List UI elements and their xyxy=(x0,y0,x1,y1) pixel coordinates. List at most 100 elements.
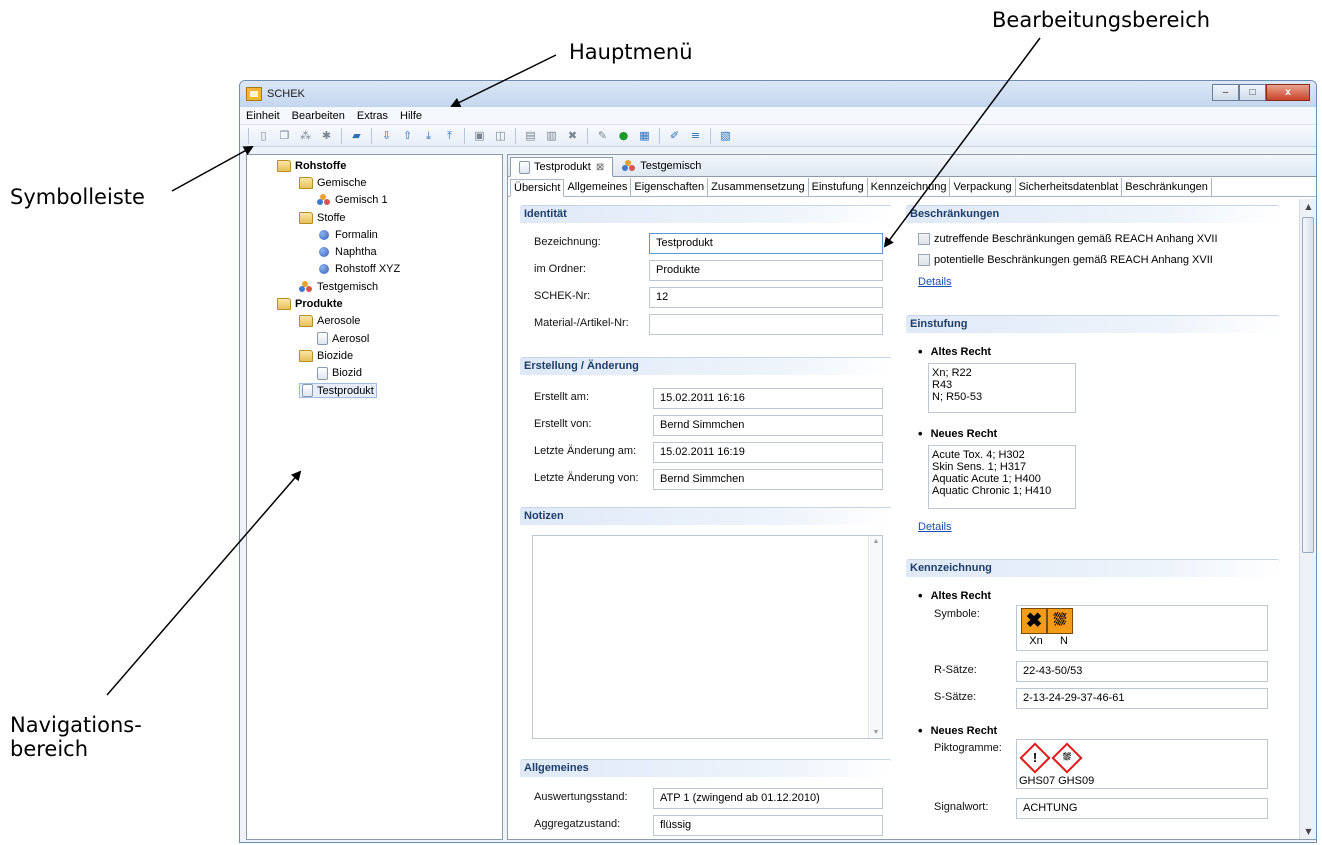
notizen-scrollbar[interactable]: ▲ ▼ xyxy=(868,536,882,738)
new-icon[interactable]: ▯ xyxy=(255,128,272,144)
tree-gemisch1[interactable]: Gemisch 1 xyxy=(247,192,502,209)
tree-formalin[interactable]: Formalin xyxy=(247,226,502,243)
report-icon[interactable]: ≡ xyxy=(687,128,704,144)
signalwort-field[interactable]: ACHTUNG xyxy=(1016,798,1268,819)
checkbox-box[interactable] xyxy=(918,253,930,266)
tree-biozide[interactable]: Biozide xyxy=(247,347,502,364)
tab-testprodukt[interactable]: Testprodukt ⊠ xyxy=(510,157,614,177)
calculator-icon[interactable]: ▦ xyxy=(636,128,653,144)
menu-hilfe[interactable]: Hilfe xyxy=(400,110,422,122)
tree-testprodukt[interactable]: Testprodukt xyxy=(247,382,502,399)
letzte-am-field[interactable]: 15.02.2011 16:19 xyxy=(653,442,883,463)
hazard-symbol-labels: Xn N xyxy=(1021,635,1263,647)
paste-icon[interactable]: ▥ xyxy=(543,128,560,144)
list-item: N; R50-53 xyxy=(932,391,983,403)
subtab-kennzeichnung[interactable]: Kennzeichnung xyxy=(868,178,951,196)
erstellt-am-field[interactable]: 15.02.2011 16:16 xyxy=(653,388,883,409)
section-title: Einstufung xyxy=(906,315,1280,333)
subtab-sicherheitsdatenblatt[interactable]: Sicherheitsdatenblat xyxy=(1016,178,1123,196)
erstellt-von-field[interactable]: Bernd Simmchen xyxy=(653,415,883,436)
material-field[interactable] xyxy=(649,314,883,335)
copy-icon[interactable]: ❐ xyxy=(276,128,293,144)
save-all-icon[interactable]: ◫ xyxy=(492,128,509,144)
scroll-down-icon[interactable]: ▼ xyxy=(869,729,883,736)
export-icon[interactable]: ⇧ xyxy=(399,128,416,144)
list-item: R43 xyxy=(932,379,953,391)
toolbar-separator xyxy=(659,127,660,144)
close-button[interactable]: x xyxy=(1266,84,1310,101)
subtab-zusammensetzung[interactable]: Zusammensetzung xyxy=(708,178,809,196)
tree-naphtha[interactable]: Naphtha xyxy=(247,243,502,260)
tree-aerosole[interactable]: Aerosole xyxy=(247,313,502,330)
import-tray-icon[interactable]: ⤓ xyxy=(420,128,437,144)
close-tab-icon[interactable]: ⊠ xyxy=(596,162,604,173)
tree-rohstoffe[interactable]: Rohstoffe xyxy=(247,157,502,174)
schek-field[interactable]: 12 xyxy=(649,287,883,308)
checkbox-zutreffend[interactable]: zutreffende Beschränkungen gemäß REACH A… xyxy=(918,230,1218,247)
tree-label: Aerosol xyxy=(332,332,370,345)
mix-icon[interactable]: ⁂ xyxy=(297,128,314,144)
navigation-tree: Rohstoffe Gemische Gemisch 1 Stoffe Form… xyxy=(246,154,503,840)
tree-produkte[interactable]: Produkte xyxy=(247,295,502,312)
edit-icon[interactable]: ✎ xyxy=(594,128,611,144)
tree-label: Stoffe xyxy=(317,211,346,224)
notizen-textarea[interactable]: ▲ ▼ xyxy=(532,535,883,739)
subtab-allgemeines[interactable]: Allgemeines xyxy=(564,178,632,196)
tree-aerosol[interactable]: Aerosol xyxy=(247,330,502,347)
letzte-am-label: Letzte Änderung am: xyxy=(534,445,637,457)
run-icon[interactable]: ● xyxy=(615,128,632,144)
tree-label: Formalin xyxy=(335,228,378,241)
tab-testgemisch[interactable]: Testgemisch xyxy=(613,156,710,176)
menu-extras[interactable]: Extras xyxy=(357,110,388,122)
section-identitaet: Identität xyxy=(520,205,892,223)
menu-einheit[interactable]: Einheit xyxy=(246,110,280,122)
wand-icon[interactable]: ✐ xyxy=(666,128,683,144)
bezeichnung-field[interactable]: Testprodukt xyxy=(649,233,883,254)
subtab-eigenschaften[interactable]: Eigenschaften xyxy=(631,178,709,196)
signalwort-label: Signalwort: xyxy=(934,801,989,813)
tree-gemische[interactable]: Gemische xyxy=(247,174,502,191)
auswertung-field[interactable]: ATP 1 (zwingend ab 01.12.2010) xyxy=(653,788,883,809)
maximize-button[interactable]: □ xyxy=(1239,84,1266,101)
list-item: Skin Sens. 1; H317 xyxy=(932,461,1027,473)
rsaetze-field[interactable]: 22-43-50/53 xyxy=(1016,661,1268,682)
editor-scrollbar[interactable]: ▲ ▼ xyxy=(1299,199,1316,839)
scroll-down-icon[interactable]: ▼ xyxy=(1300,827,1316,836)
subtab-verpackung[interactable]: Verpackung xyxy=(950,178,1016,196)
title-bar[interactable]: SCHEK – □ x xyxy=(240,81,1316,107)
tree-rohstoff-xyz[interactable]: Rohstoff XYZ xyxy=(247,261,502,278)
delete-icon[interactable]: ✖ xyxy=(564,128,581,144)
letzte-von-field[interactable]: Bernd Simmchen xyxy=(653,469,883,490)
scroll-up-icon[interactable]: ▲ xyxy=(1300,202,1316,211)
sub-tabs: Übersicht Allgemeines Eigenschaften Zusa… xyxy=(508,177,1316,197)
toolbar-separator xyxy=(464,127,465,144)
ordner-field[interactable]: Produkte xyxy=(649,260,883,281)
tree-stoffe[interactable]: Stoffe xyxy=(247,209,502,226)
scroll-up-icon[interactable]: ▲ xyxy=(869,538,883,545)
beschraenkungen-details-link[interactable]: Details xyxy=(918,276,952,288)
section-title: Allgemeines xyxy=(520,759,892,777)
import-icon[interactable]: ⇩ xyxy=(378,128,395,144)
save-icon[interactable]: ▣ xyxy=(471,128,488,144)
copy-doc-icon[interactable]: ▤ xyxy=(522,128,539,144)
tree-biozid[interactable]: Biozid xyxy=(247,365,502,382)
export-tray-icon[interactable]: ⤒ xyxy=(441,128,458,144)
tree-testgemisch[interactable]: Testgemisch xyxy=(247,278,502,295)
folder-icon[interactable]: ▰ xyxy=(348,128,365,144)
tab-label: Testprodukt xyxy=(534,161,591,173)
document-icon[interactable]: ▧ xyxy=(717,128,734,144)
subtab-einstufung[interactable]: Einstufung xyxy=(809,178,868,196)
subtab-beschraenkungen[interactable]: Beschränkungen xyxy=(1122,178,1212,196)
menu-bearbeiten[interactable]: Bearbeiten xyxy=(292,110,345,122)
minimize-button[interactable]: – xyxy=(1212,84,1239,101)
scrollbar-thumb[interactable] xyxy=(1302,217,1314,553)
subtab-uebersicht[interactable]: Übersicht xyxy=(510,179,565,197)
list-item: Xn; R22 xyxy=(932,367,972,379)
ssaetze-field[interactable]: 2-13-24-29-37-46-61 xyxy=(1016,688,1268,709)
einstufung-details-link[interactable]: Details xyxy=(918,521,952,533)
checkbox-box[interactable] xyxy=(918,232,930,245)
checkbox-potentiell[interactable]: potentielle Beschränkungen gemäß REACH A… xyxy=(918,251,1213,268)
folder-icon xyxy=(299,315,313,328)
aggregat-field[interactable]: flüssig xyxy=(653,815,883,836)
settings-icon[interactable]: ✱ xyxy=(318,128,335,144)
